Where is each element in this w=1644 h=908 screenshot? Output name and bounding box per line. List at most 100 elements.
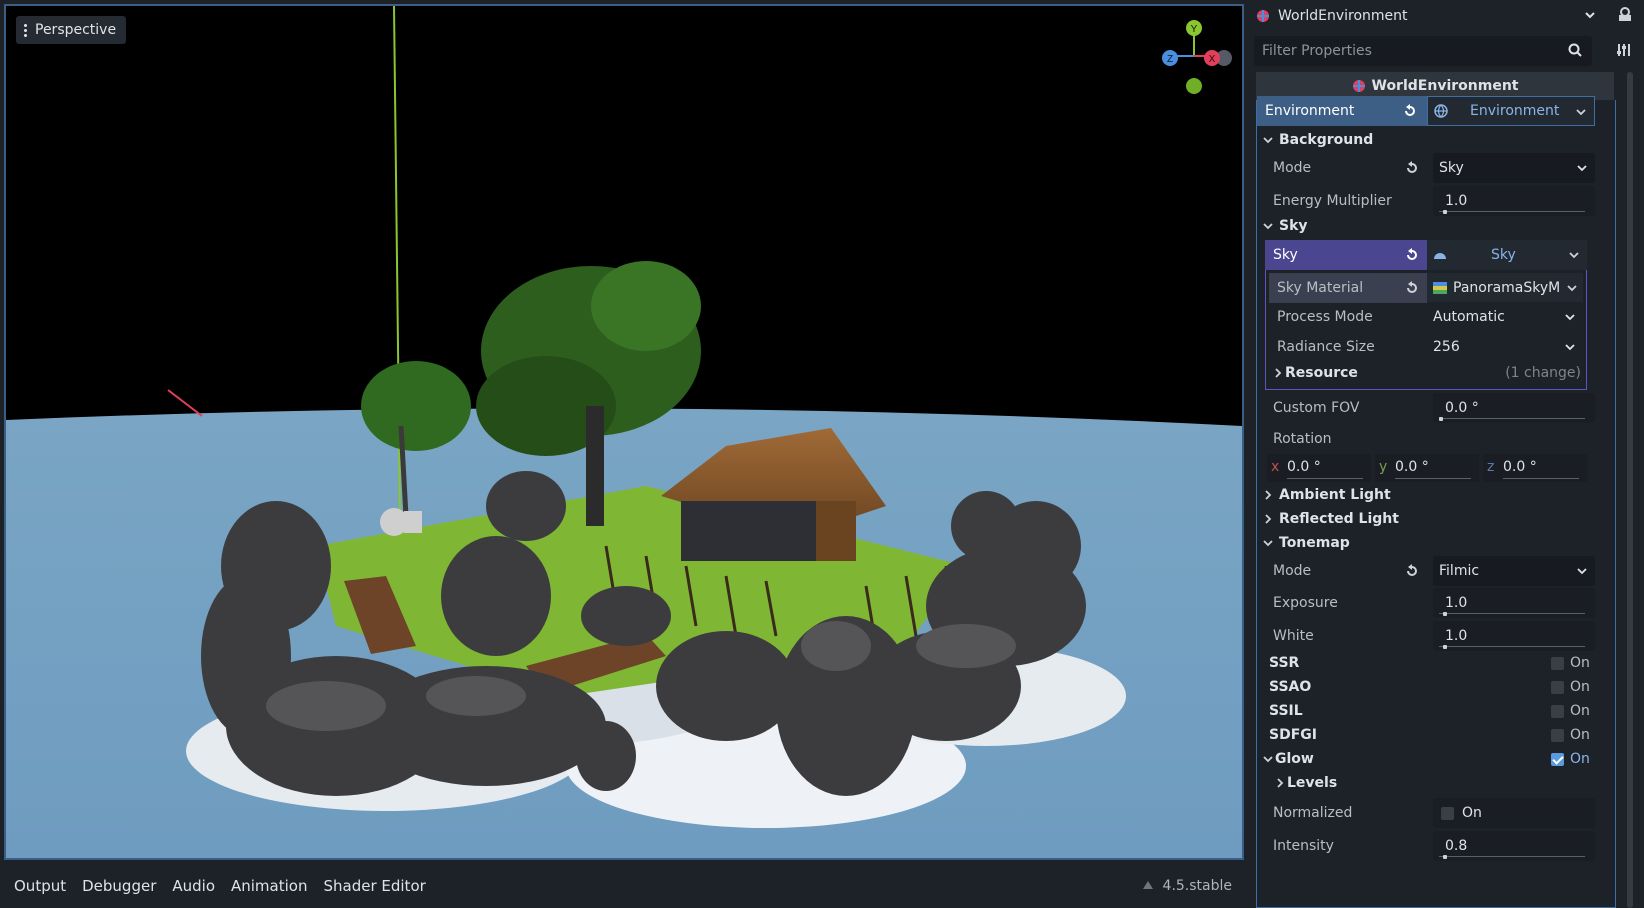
rotation-z-field[interactable]: z 0.0 ° xyxy=(1483,454,1587,482)
orientation-gizmo[interactable]: Y Z X xyxy=(1152,16,1232,96)
version-indicator[interactable]: 4.5.stable xyxy=(1141,878,1232,894)
section-reflected-light[interactable]: Reflected Light xyxy=(1263,507,1399,531)
environment-resource-picker[interactable]: Environment xyxy=(1427,96,1595,126)
ssil-toggle-row[interactable]: SSIL On xyxy=(1257,699,1615,723)
tab-debugger[interactable]: Debugger xyxy=(82,873,156,899)
world-environment-icon xyxy=(1352,80,1365,92)
radiance-size-label: Radiance Size xyxy=(1277,339,1375,355)
revert-icon[interactable] xyxy=(1405,564,1419,578)
background-title: Background xyxy=(1279,132,1374,148)
radiance-size-select[interactable]: 256 xyxy=(1427,332,1583,362)
exposure-field[interactable]: 1.0 xyxy=(1433,588,1595,618)
chevron-down-icon[interactable] xyxy=(1584,9,1596,21)
intensity-row: Intensity 0.8 xyxy=(1257,831,1615,861)
glow-label: Glow xyxy=(1275,751,1314,767)
rotation-x-field[interactable]: x 0.0 ° xyxy=(1267,454,1371,482)
white-field[interactable]: 1.0 xyxy=(1433,621,1595,651)
neg-y-axis-handle[interactable] xyxy=(1186,78,1202,94)
scene-render[interactable] xyxy=(6,6,1242,858)
ssao-toggle-row[interactable]: SSAO On xyxy=(1257,675,1615,699)
perspective-menu-button[interactable]: Perspective xyxy=(16,16,127,44)
panorama-sky-material-icon xyxy=(1433,282,1447,294)
levels-label: Levels xyxy=(1287,775,1338,791)
camera-node-icon[interactable] xyxy=(380,508,422,536)
chevron-down-icon xyxy=(1263,137,1273,144)
chevron-right-icon xyxy=(1265,490,1272,500)
section-sky[interactable]: Sky xyxy=(1263,214,1308,238)
sdfgi-state: On xyxy=(1570,727,1590,743)
sdfgi-checkbox[interactable]: On xyxy=(1551,727,1590,743)
revert-icon[interactable] xyxy=(1403,104,1417,118)
normalized-checkbox[interactable]: On xyxy=(1433,798,1595,828)
process-mode-select[interactable]: Automatic xyxy=(1427,302,1583,332)
section-ambient-light[interactable]: Ambient Light xyxy=(1263,483,1391,507)
chevron-right-icon xyxy=(1277,778,1284,788)
rotation-row: Rotation xyxy=(1257,424,1615,454)
sdfgi-toggle-row[interactable]: SDFGI On xyxy=(1257,723,1615,747)
glow-toggle-row[interactable]: Glow On xyxy=(1257,747,1615,771)
revert-icon[interactable] xyxy=(1405,281,1419,295)
sky-material-picker[interactable]: PanoramaSkyM xyxy=(1427,273,1583,303)
rotation-y-field[interactable]: y 0.0 ° xyxy=(1375,454,1479,482)
tonemap-mode-row: Mode Filmic xyxy=(1257,556,1615,586)
chevron-down-icon xyxy=(1263,756,1273,763)
background-mode-select[interactable]: Sky xyxy=(1433,153,1595,183)
section-tonemap[interactable]: Tonemap xyxy=(1263,531,1350,555)
chevron-down-icon[interactable] xyxy=(1576,107,1586,117)
ssr-toggle-row[interactable]: SSR On xyxy=(1257,651,1615,675)
glow-checkbox[interactable]: On xyxy=(1551,751,1590,767)
ssil-label: SSIL xyxy=(1269,703,1303,719)
rotation-z-label: z xyxy=(1487,459,1495,475)
intensity-field[interactable]: 0.8 xyxy=(1433,831,1595,861)
levels-group[interactable]: Levels xyxy=(1257,771,1615,795)
section-background[interactable]: Background xyxy=(1263,128,1373,152)
history-icon[interactable] xyxy=(1616,6,1634,24)
tonemap-mode-select[interactable]: Filmic xyxy=(1433,556,1595,586)
tab-output[interactable]: Output xyxy=(14,873,66,899)
resource-label: Resource xyxy=(1285,365,1358,381)
x-axis-label: X xyxy=(1209,54,1216,65)
version-label: 4.5.stable xyxy=(1162,878,1232,894)
filter-properties-input[interactable]: Filter Properties xyxy=(1254,36,1592,66)
chevron-right-icon xyxy=(1275,368,1282,378)
white-row: White 1.0 xyxy=(1257,621,1615,651)
process-mode-value: Automatic xyxy=(1433,309,1505,325)
sky-material-label: Sky Material xyxy=(1277,280,1364,296)
inspector-node-selector[interactable]: WorldEnvironment xyxy=(1250,0,1644,32)
tonemap-mode-label: Mode xyxy=(1273,563,1312,579)
revert-icon[interactable] xyxy=(1405,248,1419,262)
custom-fov-field[interactable]: 0.0 ° xyxy=(1433,393,1595,423)
rotation-vector: x 0.0 ° y 0.0 ° z 0.0 ° xyxy=(1257,454,1615,484)
sky-title: Sky xyxy=(1279,218,1308,234)
intensity-label: Intensity xyxy=(1273,838,1334,854)
property-options-icon[interactable] xyxy=(1616,42,1632,58)
sky-material-row: Sky Material PanoramaSkyM xyxy=(1257,273,1615,303)
chevron-down-icon[interactable] xyxy=(1569,250,1579,260)
custom-fov-row: Custom FOV 0.0 ° xyxy=(1257,393,1615,423)
sky-resource-picker[interactable]: Sky xyxy=(1427,240,1587,270)
3d-viewport[interactable]: Perspective Y Z X xyxy=(4,4,1244,860)
chevron-down-icon[interactable] xyxy=(1567,283,1577,293)
chevron-right-icon xyxy=(1265,514,1272,524)
resource-group[interactable]: Resource (1 change) xyxy=(1257,360,1615,386)
chevron-down-icon xyxy=(1565,344,1575,351)
inspector-panel: WorldEnvironment Filter Properties World… xyxy=(1250,0,1644,908)
ssao-label: SSAO xyxy=(1269,679,1312,695)
inspector-scrollbar[interactable] xyxy=(1626,72,1634,908)
ssao-checkbox[interactable]: On xyxy=(1551,679,1590,695)
tab-animation[interactable]: Animation xyxy=(231,873,307,899)
tab-shader-editor[interactable]: Shader Editor xyxy=(323,873,425,899)
environment-property[interactable]: Environment Environment xyxy=(1257,96,1615,126)
radiance-size-value: 256 xyxy=(1433,339,1460,355)
sky-value: Sky xyxy=(1491,247,1516,263)
sky-property[interactable]: Sky Sky xyxy=(1257,240,1615,270)
revert-icon[interactable] xyxy=(1405,161,1419,175)
tab-audio[interactable]: Audio xyxy=(172,873,215,899)
ssr-checkbox[interactable]: On xyxy=(1551,655,1590,671)
energy-multiplier-field[interactable]: 1.0 xyxy=(1433,186,1595,216)
sdfgi-label: SDFGI xyxy=(1269,727,1317,743)
ssil-checkbox[interactable]: On xyxy=(1551,703,1590,719)
exposure-label: Exposure xyxy=(1273,595,1338,611)
exposure-value: 1.0 xyxy=(1445,595,1468,611)
sky-material-value: PanoramaSkyM xyxy=(1453,280,1561,296)
